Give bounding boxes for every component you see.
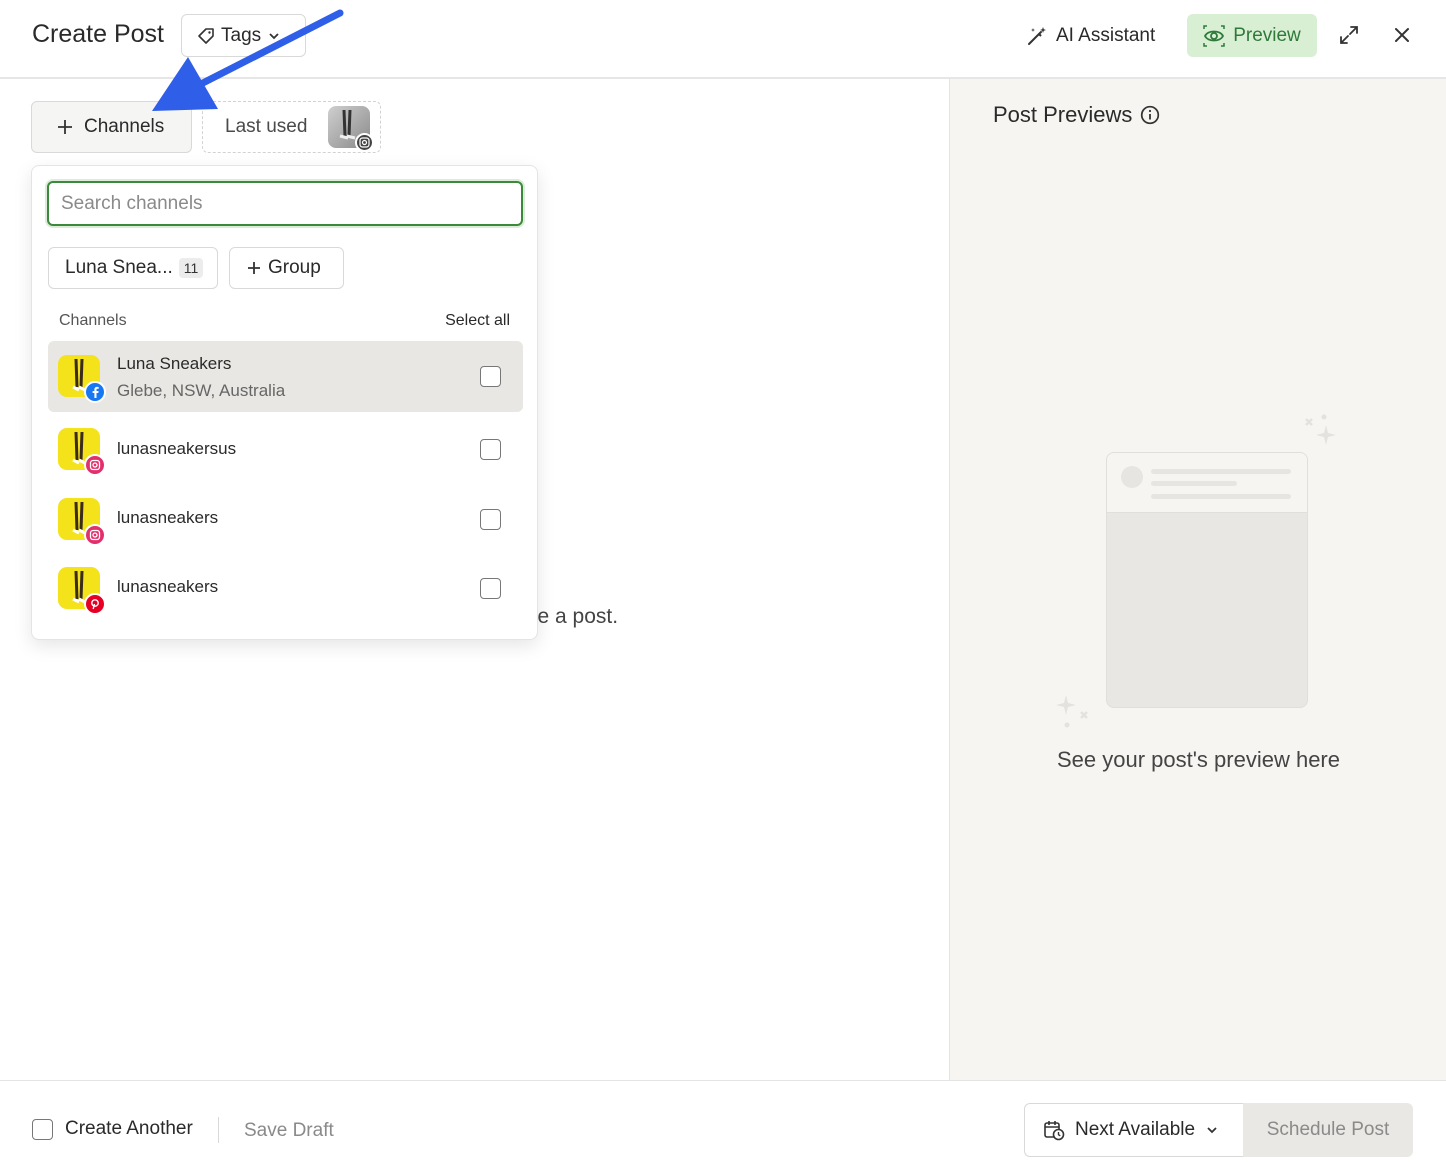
instagram-icon [84,454,106,476]
channels-label: Channels [84,116,165,137]
page-title: Create Post [32,20,165,48]
channel-checkbox[interactable] [480,366,501,387]
expand-button[interactable] [1335,20,1363,50]
channel-checkbox[interactable] [480,578,501,599]
plus-icon [248,262,260,274]
channel-checkbox[interactable] [480,439,501,460]
ai-assistant-label: AI Assistant [1056,24,1156,46]
channel-avatar [58,355,106,403]
group-chip-luna[interactable]: Luna Snea... 11 [48,247,218,289]
last-used-button[interactable]: Last used [202,101,381,153]
channel-name: lunasneakers [117,577,219,596]
magic-wand-icon [1028,26,1046,45]
preview-label: Preview [1233,24,1301,46]
placeholder-line [1151,469,1291,474]
group-chip-label: Luna Snea... [65,257,173,278]
select-all-link[interactable]: Select all [445,312,510,330]
add-channels-button[interactable]: Channels [31,101,192,153]
preview-placeholder-card [1106,452,1308,708]
tag-icon [198,27,214,44]
expand-icon [1340,26,1358,44]
add-group-label: Group [268,257,321,278]
post-previews-title: Post Previews [993,102,1160,128]
search-channels-input[interactable] [47,181,523,226]
eye-icon [1203,24,1225,47]
placeholder-line [1151,481,1237,486]
header-bar: Create Post Tags AI Assistant Preview [0,0,1446,79]
channel-picker-dropdown: Luna Snea... 11 Group Channels Select al… [31,165,538,640]
channel-name: Luna Sneakers [117,354,232,373]
channel-row-facebook[interactable]: Luna Sneakers Glebe, NSW, Australia [48,341,523,412]
schedule-post-button[interactable]: Schedule Post [1243,1103,1413,1157]
tags-button[interactable]: Tags [181,14,306,57]
last-used-avatar[interactable] [328,106,374,152]
channel-row-instagram[interactable]: lunasneakers [48,484,523,555]
close-button[interactable] [1389,21,1415,49]
create-another-checkbox[interactable] [32,1118,53,1140]
channel-row-pinterest[interactable]: lunasneakers [48,553,523,624]
channel-name: lunasneakersus [117,439,237,458]
next-available-dropdown[interactable]: Next Available [1024,1103,1243,1157]
instagram-icon [355,133,374,152]
channel-avatar [58,567,106,615]
channels-list-header: Channels [59,312,127,329]
post-previews-label: Post Previews [993,102,1133,127]
post-previews-panel: Post Previews See your post's preview he… [949,79,1446,1080]
sparkle-icon [1305,414,1336,445]
save-draft-button[interactable]: Save Draft [244,1120,334,1142]
placeholder-avatar [1121,466,1143,488]
channel-location: Glebe, NSW, Australia [117,381,286,400]
pinterest-icon [84,593,106,615]
plus-icon [58,120,72,134]
create-another-toggle[interactable]: Create Another [32,1118,193,1140]
footer-bar: Create Another Save Draft Next Available… [0,1080,1446,1166]
add-group-button[interactable]: Group [229,247,344,289]
calendar-clock-icon [1044,1121,1065,1141]
footer-divider [218,1117,219,1143]
create-another-label: Create Another [65,1118,193,1139]
ai-assistant-button[interactable]: AI Assistant [1026,14,1155,57]
group-chip-count: 11 [178,258,204,278]
instagram-icon [84,524,106,546]
chevron-down-icon [1207,1127,1217,1134]
close-icon [1395,28,1409,42]
chevron-down-icon [269,32,279,39]
channel-name: lunasneakers [117,508,219,527]
preview-empty-text: See your post's preview here [1056,747,1340,772]
channel-row-instagram-us[interactable]: lunasneakersus [48,414,523,485]
channel-avatar [58,498,106,546]
last-used-label: Last used [225,116,308,137]
facebook-icon [84,381,106,403]
next-available-label: Next Available [1075,1119,1196,1140]
channel-checkbox[interactable] [480,509,501,530]
sparkle-icon [1056,695,1088,728]
info-icon[interactable] [1140,105,1160,125]
preview-button[interactable]: Preview [1187,14,1317,57]
tags-label: Tags [221,24,262,46]
channel-avatar [58,428,106,476]
placeholder-line [1151,494,1291,499]
preview-placeholder-header [1107,453,1307,513]
